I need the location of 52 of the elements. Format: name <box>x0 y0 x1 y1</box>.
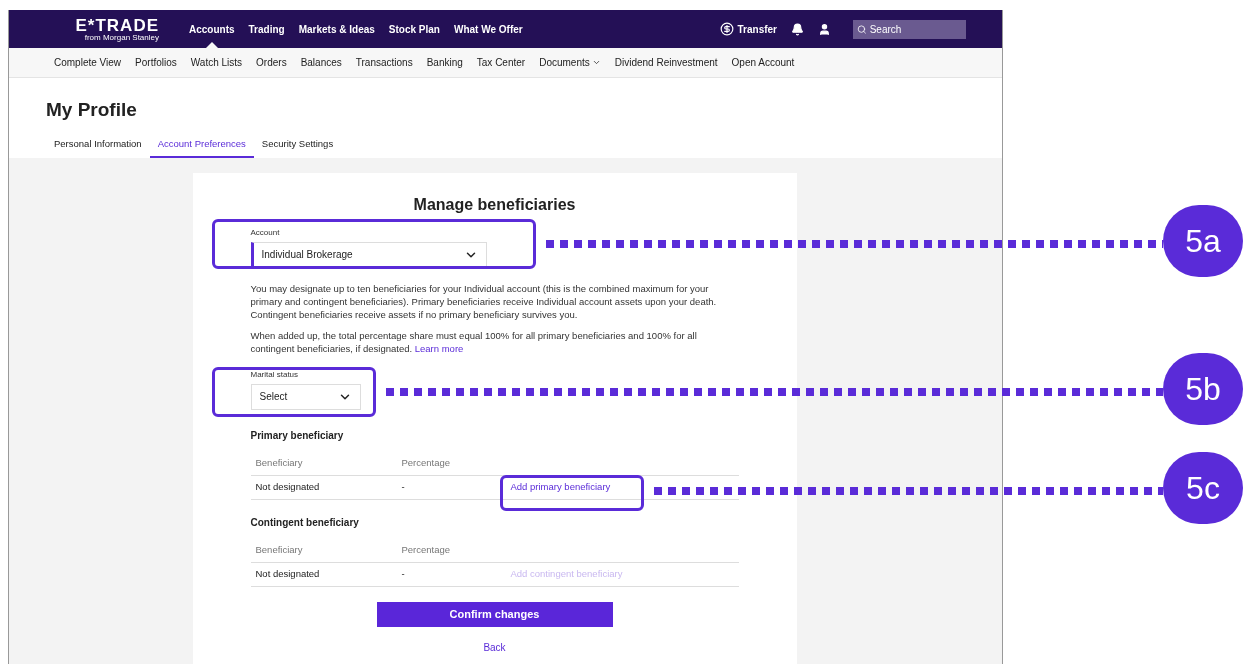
sub-nav-link[interactable]: Balances <box>300 55 342 70</box>
tab[interactable]: Personal Information <box>46 133 150 158</box>
card-title: Manage beneficiaries <box>412 194 577 215</box>
sub-nav-link[interactable]: Banking <box>426 55 463 70</box>
sub-nav-link[interactable]: Complete View <box>54 55 122 70</box>
profile-icon[interactable] <box>818 22 831 36</box>
field-label: Account <box>250 226 281 239</box>
table-cell-text: Not designated <box>254 566 321 581</box>
tab[interactable]: Security Settings <box>253 133 342 158</box>
top-nav-link[interactable]: Trading <box>248 21 285 37</box>
top-nav-link[interactable]: Accounts <box>189 21 235 37</box>
search-icon <box>857 23 867 35</box>
select-field[interactable]: Individual Brokerage <box>250 241 487 268</box>
learn-more-link[interactable]: Learn more <box>414 342 464 354</box>
table-cell-text: Not designated <box>254 479 321 494</box>
callout-badge: 5a <box>1163 205 1243 277</box>
sub-nav-link[interactable]: Transactions <box>355 55 413 70</box>
callout-badge: 5c <box>1163 452 1243 524</box>
top-nav-link[interactable]: Stock Plan <box>388 21 440 37</box>
table-cell-text: - <box>400 566 406 581</box>
sub-nav-link[interactable]: Watch Lists <box>190 55 243 70</box>
top-nav-link[interactable]: What We Offer <box>454 21 523 37</box>
top-nav-link[interactable]: Markets & Ideas <box>298 21 375 37</box>
info-paragraph: When added up, the total percentage share must equal 100% for all primary beneficiaries and 100% for all contingent beneficiaries, if designated. Learn more <box>250 328 698 355</box>
sub-nav-link[interactable]: Portfolios <box>135 55 177 70</box>
add-beneficiary-link[interactable]: Add primary beneficiary <box>496 479 611 495</box>
sub-nav-link[interactable]: Tax Center <box>476 55 526 70</box>
info-paragraph: Contingent beneficiaries receive assets if no primary beneficiary survives you. <box>250 307 579 321</box>
logo: E*TRADE from Morgan Stanley <box>74 16 159 42</box>
sub-nav-link[interactable]: Dividend Reinvestment <box>614 55 718 70</box>
field-label: Marital status <box>250 368 300 381</box>
notifications-icon[interactable] <box>791 22 804 36</box>
back-link[interactable]: Back <box>483 639 506 655</box>
dollar-icon <box>719 22 734 36</box>
info-paragraph: You may designate up to ten beneficiaries for your Individual account (this is the combined maximum for your primary and contingent beneficiaries). Primary beneficiaries receive Individual account assets upon your death. <box>250 281 718 308</box>
callout-badge: 5b <box>1163 353 1243 425</box>
table-cell-text: - <box>400 479 406 494</box>
column-header: Beneficiary <box>254 455 304 470</box>
select-field[interactable]: Select <box>250 383 361 410</box>
search-input[interactable]: Search <box>869 21 962 37</box>
column-header: Beneficiary <box>254 542 304 557</box>
page-title: My Profile <box>46 98 138 122</box>
sub-nav-link[interactable]: Open Account <box>731 55 795 70</box>
transfer-link[interactable]: Transfer <box>719 21 777 37</box>
column-header: Percentage <box>400 542 452 557</box>
section-heading: Primary beneficiary <box>250 428 345 443</box>
confirm-button[interactable]: Confirm changes <box>376 601 613 627</box>
sub-nav-link[interactable]: Documents <box>539 55 601 70</box>
search-field[interactable]: Search <box>853 19 966 39</box>
section-heading: Contingent beneficiary <box>250 515 360 530</box>
column-header: Percentage <box>400 455 452 470</box>
sub-nav-link[interactable]: Orders <box>256 55 287 70</box>
